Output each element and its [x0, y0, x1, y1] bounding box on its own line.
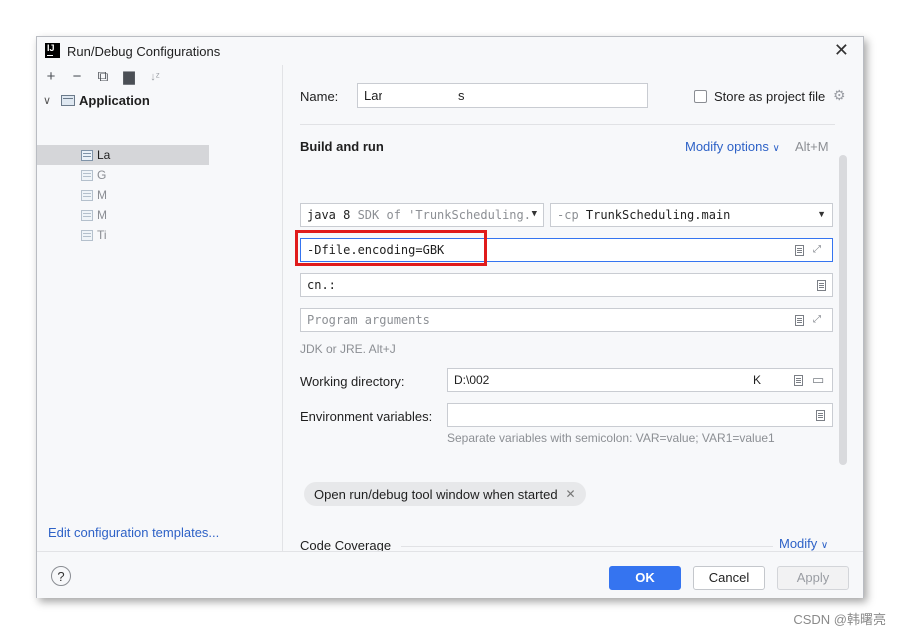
working-directory-tail: K — [753, 373, 762, 387]
program-arguments-placeholder: Program arguments — [307, 313, 430, 327]
highlight-box — [295, 230, 487, 266]
cp-module: TrunkScheduling.main — [578, 208, 731, 222]
document-icon[interactable] — [816, 410, 825, 421]
expand-icon[interactable]: ⤢ — [813, 245, 823, 255]
add-icon[interactable]: + — [43, 69, 59, 85]
application-config-icon — [81, 169, 93, 181]
cancel-button[interactable]: Cancel — [693, 566, 765, 590]
classpath-select[interactable]: -cp TrunkScheduling.main ▼ — [550, 203, 833, 227]
redacted-area — [341, 275, 631, 295]
window-title: Run/Debug Configurations — [67, 44, 221, 59]
working-directory-value: D:\002 — [454, 373, 490, 387]
chevron-down-icon: ∨ — [820, 540, 829, 551]
tree-item-config-5[interactable]: Ti — [37, 225, 282, 245]
name-input-tail: s — [458, 88, 465, 103]
name-input[interactable]: Lar s — [357, 83, 648, 108]
tree-group-label: Application — [79, 92, 150, 108]
separator — [401, 546, 773, 547]
working-directory-input[interactable]: D:\002 K ▭ — [447, 368, 833, 392]
modify-coverage-link[interactable]: Modify ∨ — [779, 536, 828, 551]
cp-prefix: -cp — [557, 208, 579, 222]
name-input-value: Lar — [364, 88, 383, 103]
sidebar-toolbar: + − ⧉ ▆ ↓ᶻ — [43, 67, 163, 87]
application-folder-icon — [61, 94, 75, 106]
code-coverage-heading: Code Coverage — [300, 538, 392, 551]
apply-button[interactable]: Apply — [777, 566, 849, 590]
sort-icon[interactable]: ↓ᶻ — [147, 69, 163, 85]
jdk-select[interactable]: java 8 SDK of 'TrunkScheduling. ▼ — [300, 203, 544, 227]
tree-item-label: M — [97, 188, 107, 202]
working-directory-label: Working directory: — [300, 374, 405, 389]
environment-variables-input[interactable] — [447, 403, 833, 427]
document-icon[interactable] — [795, 315, 804, 326]
redacted-area — [494, 370, 752, 390]
tree-group-application[interactable]: ∨ Application — [43, 91, 150, 109]
close-icon[interactable]: ✕ — [834, 40, 849, 61]
tree-item-config-4[interactable]: M — [37, 205, 282, 225]
folder-open-icon[interactable]: ▭ — [812, 372, 824, 388]
sidebar: + − ⧉ ▆ ↓ᶻ ∨ Application La G M M Ti Edi… — [37, 65, 283, 551]
modify-options-link[interactable]: Modify options ∨ — [685, 139, 780, 154]
store-as-project-label: Store as project file — [714, 89, 826, 104]
config-panel: Name: Lar s Store as project file ⚙ Buil… — [283, 65, 863, 551]
application-config-icon — [81, 149, 93, 161]
main-class-input[interactable]: cn.: — [300, 273, 833, 297]
tree-item-label: G — [97, 168, 107, 182]
application-config-icon — [81, 229, 93, 241]
remove-chip-icon[interactable]: ✕ — [566, 487, 576, 501]
dropdown-arrow-icon: ▼ — [531, 209, 537, 219]
environment-variables-label: Environment variables: — [300, 409, 433, 424]
chevron-down-icon: ∨ — [772, 143, 780, 154]
modify-options-shortcut: Alt+M — [795, 139, 829, 154]
environment-variables-hint: Separate variables with semicolon: VAR=v… — [447, 431, 775, 445]
tree-item-config-2[interactable]: G — [37, 165, 282, 185]
application-config-icon — [81, 209, 93, 221]
title-bar: IJ Run/Debug Configurations ✕ — [37, 37, 863, 65]
expand-icon[interactable]: ⤢ — [813, 315, 823, 325]
tree-item-label: M — [97, 208, 107, 222]
main-class-value: cn.: — [307, 278, 336, 292]
program-arguments-input[interactable]: Program arguments ⤢ — [300, 308, 833, 332]
separator — [300, 124, 835, 125]
tree-item-label: La — [97, 148, 111, 162]
build-and-run-heading: Build and run — [300, 139, 384, 154]
modify-label: Modify — [779, 536, 818, 551]
dialog-footer: ? OK Cancel Apply — [37, 551, 863, 598]
jdk-hint: JDK or JRE. Alt+J — [300, 342, 396, 356]
dropdown-arrow-icon: ▼ — [817, 209, 826, 219]
gear-icon[interactable]: ⚙ — [833, 87, 846, 104]
jdk-version: java 8 — [307, 208, 351, 222]
copy-icon[interactable]: ⧉ — [95, 69, 111, 85]
classpath-select-value: -cp TrunkScheduling.main — [557, 208, 730, 222]
store-as-project-checkbox[interactable] — [694, 90, 707, 103]
tree-item-label: Ti — [97, 228, 107, 242]
application-config-icon — [81, 189, 93, 201]
redacted-area — [382, 85, 458, 106]
chevron-down-icon[interactable]: ∨ — [43, 94, 57, 107]
open-tool-window-chip[interactable]: Open run/debug tool window when started … — [304, 482, 586, 506]
intellij-logo-icon: IJ — [45, 43, 60, 58]
new-folder-icon[interactable]: ▆ — [121, 69, 137, 85]
remove-icon[interactable]: − — [69, 69, 85, 85]
tree-item-config-3[interactable]: M — [37, 185, 282, 205]
document-icon[interactable] — [794, 375, 803, 386]
run-debug-dialog: IJ Run/Debug Configurations ✕ + − ⧉ ▆ ↓ᶻ… — [36, 36, 864, 598]
name-label: Name: — [300, 89, 339, 104]
jdk-select-value: java 8 SDK of 'TrunkScheduling. — [307, 208, 531, 222]
watermark: CSDN @韩曙亮 — [793, 612, 886, 627]
document-icon[interactable] — [795, 245, 804, 256]
open-tool-window-label: Open run/debug tool window when started — [314, 486, 558, 502]
jdk-module: SDK of 'TrunkScheduling. — [350, 208, 531, 222]
help-button[interactable]: ? — [51, 566, 71, 586]
edit-templates-link[interactable]: Edit configuration templates... — [48, 525, 219, 540]
modify-options-label: Modify options — [685, 139, 769, 154]
document-icon[interactable] — [817, 280, 826, 291]
tree-item-config-1[interactable]: La — [37, 145, 209, 165]
ok-button[interactable]: OK — [609, 566, 681, 590]
